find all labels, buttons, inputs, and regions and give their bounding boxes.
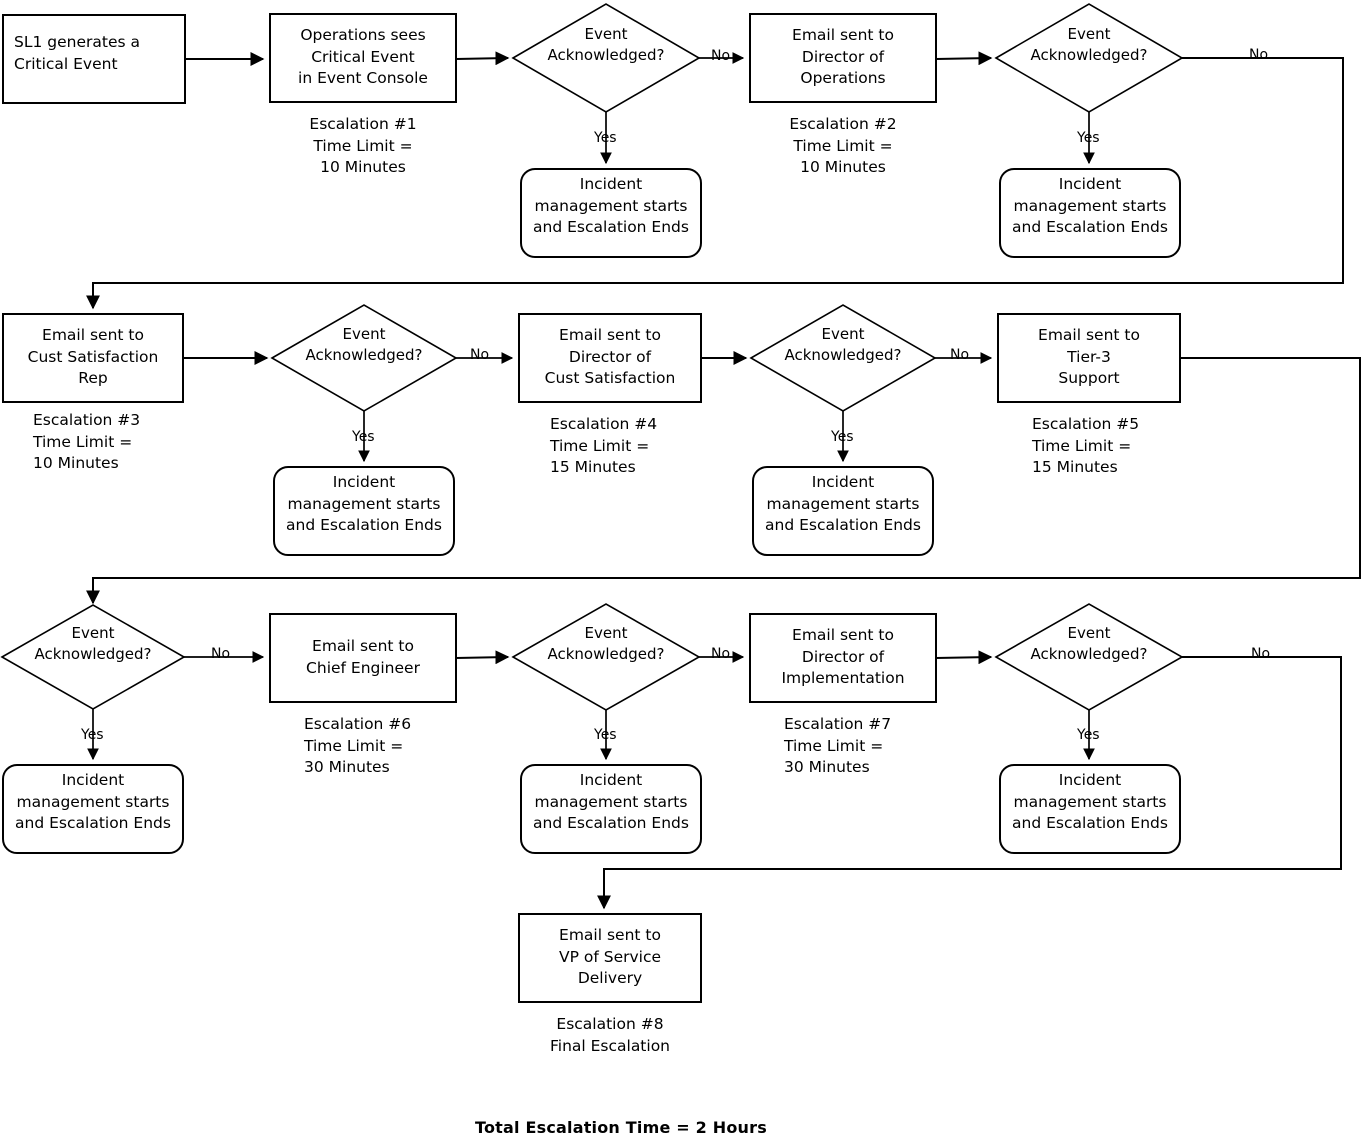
terminal-t7-label: Incident management starts and Escalatio… — [1012, 771, 1168, 832]
node-step2-caption: Escalation #2 Time Limit = 10 Minutes — [789, 115, 897, 176]
node-start-label: SL1 generates a Critical Event — [14, 33, 140, 73]
decision-d2-no-label: No — [1249, 47, 1269, 63]
decision-d7-label: Event Acknowledged? — [1030, 624, 1148, 663]
node-step1-label: Operations sees Critical Event in Event … — [298, 26, 428, 87]
edge-step2-to-d2 — [935, 51, 993, 66]
node-step7-label: Email sent to Director of Implementation — [781, 626, 905, 687]
terminal-t1-label: Incident management starts and Escalatio… — [533, 175, 689, 236]
decision-d4-label: Event Acknowledged? — [784, 325, 902, 364]
node-step1-caption: Escalation #1 Time Limit = 10 Minutes — [309, 115, 417, 176]
decision-d7-no-label: No — [1251, 646, 1271, 662]
decision-d6-label: Event Acknowledged? — [547, 624, 665, 663]
decision-d1-label: Event Acknowledged? — [547, 25, 665, 64]
decision-d3-no-label: No — [470, 347, 490, 363]
node-step4-label: Email sent to Director of Cust Satisfact… — [544, 326, 676, 387]
terminal-t3-label: Incident management starts and Escalatio… — [286, 473, 442, 534]
edge-d7-no-wrap — [597, 656, 1342, 910]
node-step3-label: Email sent to Cust Satisfaction Rep — [27, 326, 159, 387]
node-step6-label: Email sent to Chief Engineer — [306, 637, 420, 677]
edge-step7-to-d7 — [935, 650, 993, 665]
node-step6-caption: Escalation #6 Time Limit = 30 Minutes — [304, 715, 412, 776]
decision-d1-yes-label: Yes — [594, 130, 617, 146]
node-step7-caption: Escalation #7 Time Limit = 30 Minutes — [784, 715, 892, 776]
node-step5-label: Email sent to Tier-3 Support — [1038, 326, 1140, 387]
decision-d4-no-label: No — [950, 347, 970, 363]
decision-d5-yes-label: Yes — [81, 727, 104, 743]
terminal-t4-label: Incident management starts and Escalatio… — [765, 473, 921, 534]
decision-d3-label: Event Acknowledged? — [305, 325, 423, 364]
decision-d7-yes-label: Yes — [1077, 727, 1100, 743]
terminal-t2-label: Incident management starts and Escalatio… — [1012, 175, 1168, 236]
terminal-t5-label: Incident management starts and Escalatio… — [15, 771, 171, 832]
decision-d5-label: Event Acknowledged? — [34, 624, 152, 663]
total-escalation-time-label: Total Escalation Time = 2 Hours — [475, 1118, 767, 1137]
decision-d3-yes-label: Yes — [352, 429, 375, 445]
node-step5-caption: Escalation #5 Time Limit = 15 Minutes — [1032, 415, 1140, 476]
node-step4-caption: Escalation #4 Time Limit = 15 Minutes — [550, 415, 658, 476]
node-step3-caption: Escalation #3 Time Limit = 10 Minutes — [33, 411, 141, 472]
node-step8-caption: Escalation #8 Final Escalation — [549, 1015, 671, 1055]
decision-d2-label: Event Acknowledged? — [1030, 25, 1148, 64]
decision-d6-no-label: No — [711, 646, 731, 662]
decision-d2-yes-label: Yes — [1077, 130, 1100, 146]
flowchart-canvas: SL1 generates a Critical Event Operation… — [0, 0, 1365, 1146]
edge-step1-to-d1 — [455, 51, 510, 66]
terminal-t6-label: Incident management starts and Escalatio… — [533, 771, 689, 832]
decision-d4-yes-label: Yes — [831, 429, 854, 445]
node-step2-label: Email sent to Director of Operations — [792, 26, 894, 87]
decision-d5-no-label: No — [211, 646, 231, 662]
node-step8-label: Email sent to VP of Service Delivery — [558, 926, 662, 987]
decision-d1-no-label: No — [711, 48, 731, 64]
edge-step6-to-d6 — [455, 650, 510, 665]
decision-d6-yes-label: Yes — [594, 727, 617, 743]
